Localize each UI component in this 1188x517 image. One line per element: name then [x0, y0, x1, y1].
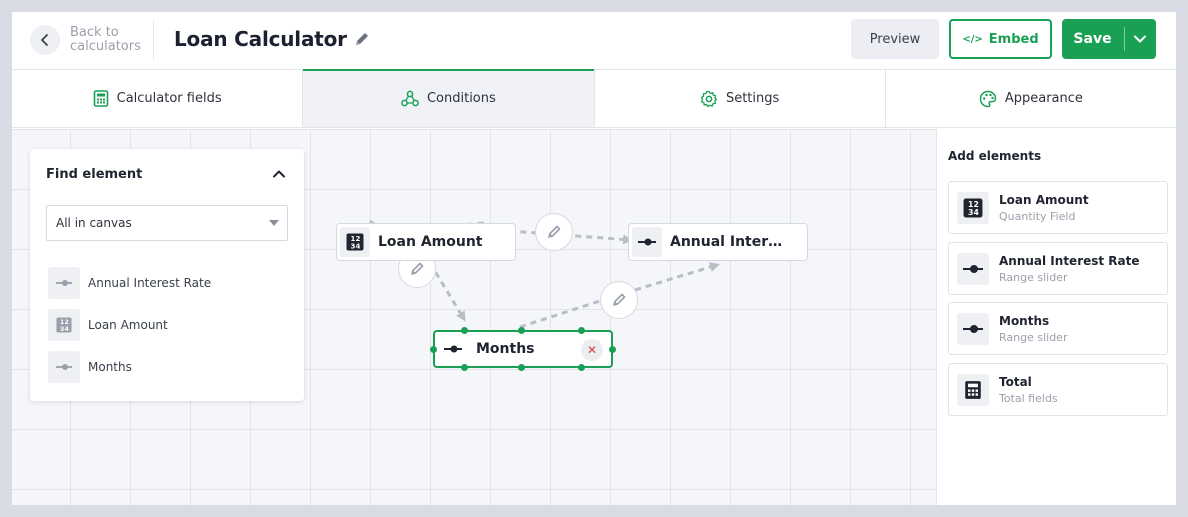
tab-label: Settings: [725, 91, 780, 106]
range-slider-icon: [957, 252, 989, 285]
add-elements-panel: Add elements 1234 Loan Amount Quantity F…: [936, 129, 1176, 505]
element-text: Loan Amount Quantity Field: [999, 193, 1089, 223]
chevron-down-icon[interactable]: [1133, 34, 1147, 44]
svg-text:4: 4: [974, 208, 980, 217]
tab-appearance[interactable]: Appearance: [886, 70, 1176, 127]
element-subtitle: Quantity Field: [999, 209, 1076, 223]
palette-icon: [979, 90, 997, 108]
calculator-icon: [957, 373, 989, 406]
find-element-title: Find element: [46, 167, 143, 182]
range-slider-icon: [438, 334, 468, 364]
canvas-node-loan-amount[interactable]: 1234 Loan Amount: [336, 223, 516, 261]
element-text: Annual Interest Rate Range slider: [999, 254, 1140, 284]
tab-label: Calculator fields: [116, 91, 222, 106]
element-name: Annual Interest Rate: [999, 253, 1140, 268]
element-subtitle: Total fields: [999, 391, 1058, 405]
code-icon: </>: [962, 33, 983, 45]
element-text: Total Total fields: [999, 375, 1058, 405]
select-value: All in canvas: [56, 216, 132, 230]
svg-text:4: 4: [64, 326, 69, 333]
range-slider-icon: [957, 312, 989, 345]
resize-handle[interactable]: [430, 346, 437, 353]
chevron-left-icon: [30, 25, 60, 55]
resize-handle[interactable]: [518, 327, 525, 334]
page-title: Loan Calculator: [174, 27, 347, 51]
element-name: Months: [999, 313, 1050, 328]
calculator-icon: [93, 90, 109, 107]
element-name: Loan Amount: [999, 192, 1089, 207]
pencil-icon: [411, 262, 424, 275]
edit-condition-button[interactable]: [600, 281, 638, 319]
back-label: Back to calculators: [70, 25, 141, 54]
embed-label: Embed: [988, 31, 1039, 47]
find-item-loan-amount[interactable]: 1234 Loan Amount: [48, 309, 168, 341]
find-item-label: Annual Interest Rate: [88, 276, 212, 290]
quantity-field-icon: 1234: [48, 309, 80, 341]
resize-handle[interactable]: [609, 346, 616, 353]
add-element-annual-interest-rate[interactable]: Annual Interest Rate Range slider: [948, 242, 1168, 295]
element-name: Total: [999, 374, 1032, 389]
find-element-panel: Find element All in canvas Annual Intere…: [30, 149, 304, 401]
title-wrap: Loan Calculator: [174, 27, 371, 51]
gear-icon: [700, 90, 718, 108]
tab-label: Conditions: [426, 91, 496, 106]
chevron-up-icon[interactable]: [272, 169, 286, 179]
svg-text:4: 4: [356, 243, 361, 251]
conditions-icon: [401, 90, 419, 107]
add-element-loan-amount[interactable]: 1234 Loan Amount Quantity Field: [948, 181, 1168, 234]
edit-title-pencil-icon[interactable]: [353, 30, 371, 48]
add-elements-title: Add elements: [948, 149, 1042, 163]
canvas-node-months[interactable]: Months ✕: [430, 327, 616, 371]
find-item-label: Months: [88, 360, 132, 374]
back-to-calculators-link[interactable]: Back to calculators: [30, 25, 150, 55]
tab-bar: Calculator fields Conditions Settings Ap…: [12, 69, 1176, 128]
conditions-canvas[interactable]: 1234 Loan Amount Annual Inter… Months ✕: [12, 129, 936, 505]
resize-handle[interactable]: [518, 364, 525, 371]
save-button[interactable]: Save: [1062, 19, 1156, 59]
find-item-annual-interest-rate[interactable]: Annual Interest Rate: [48, 267, 211, 299]
save-label: Save: [1071, 27, 1125, 51]
tab-conditions[interactable]: Conditions: [303, 69, 595, 127]
find-element-select[interactable]: All in canvas: [46, 205, 288, 241]
find-item-label: Loan Amount: [88, 318, 168, 332]
pencil-icon: [613, 293, 626, 306]
tab-calculator-fields[interactable]: Calculator fields: [12, 70, 304, 127]
resize-handle[interactable]: [461, 364, 468, 371]
resize-handle[interactable]: [578, 364, 585, 371]
element-text: Months Range slider: [999, 314, 1067, 344]
header-divider: [153, 20, 154, 60]
pencil-icon: [548, 225, 561, 238]
element-subtitle: Range slider: [999, 330, 1068, 344]
remove-node-button[interactable]: ✕: [581, 339, 603, 361]
node-label: Annual Inter…: [670, 234, 783, 250]
add-element-months[interactable]: Months Range slider: [948, 302, 1168, 355]
canvas-node-annual-interest-rate[interactable]: Annual Inter…: [628, 223, 808, 261]
close-icon: ✕: [586, 343, 598, 357]
node-label: Months: [476, 341, 535, 357]
tab-label: Appearance: [1004, 91, 1083, 106]
add-element-total[interactable]: Total Total fields: [948, 363, 1168, 416]
find-item-months[interactable]: Months: [48, 351, 132, 383]
quantity-field-icon: 1234: [957, 191, 989, 224]
element-subtitle: Range slider: [999, 270, 1068, 284]
range-slider-icon: [48, 351, 80, 383]
edit-condition-button[interactable]: [535, 213, 573, 251]
range-slider-icon: [48, 267, 80, 299]
tab-settings[interactable]: Settings: [595, 70, 886, 127]
embed-button[interactable]: </> Embed: [949, 19, 1052, 59]
resize-handle[interactable]: [578, 327, 585, 334]
header: Back to calculators Loan Calculator Prev…: [12, 12, 1176, 70]
quantity-field-icon: 1234: [340, 227, 370, 257]
range-slider-icon: [632, 227, 662, 257]
preview-button[interactable]: Preview: [851, 19, 939, 59]
caret-down-icon: [269, 220, 279, 226]
app-window: Back to calculators Loan Calculator Prev…: [12, 12, 1176, 505]
node-label: Loan Amount: [378, 234, 483, 250]
resize-handle[interactable]: [461, 327, 468, 334]
